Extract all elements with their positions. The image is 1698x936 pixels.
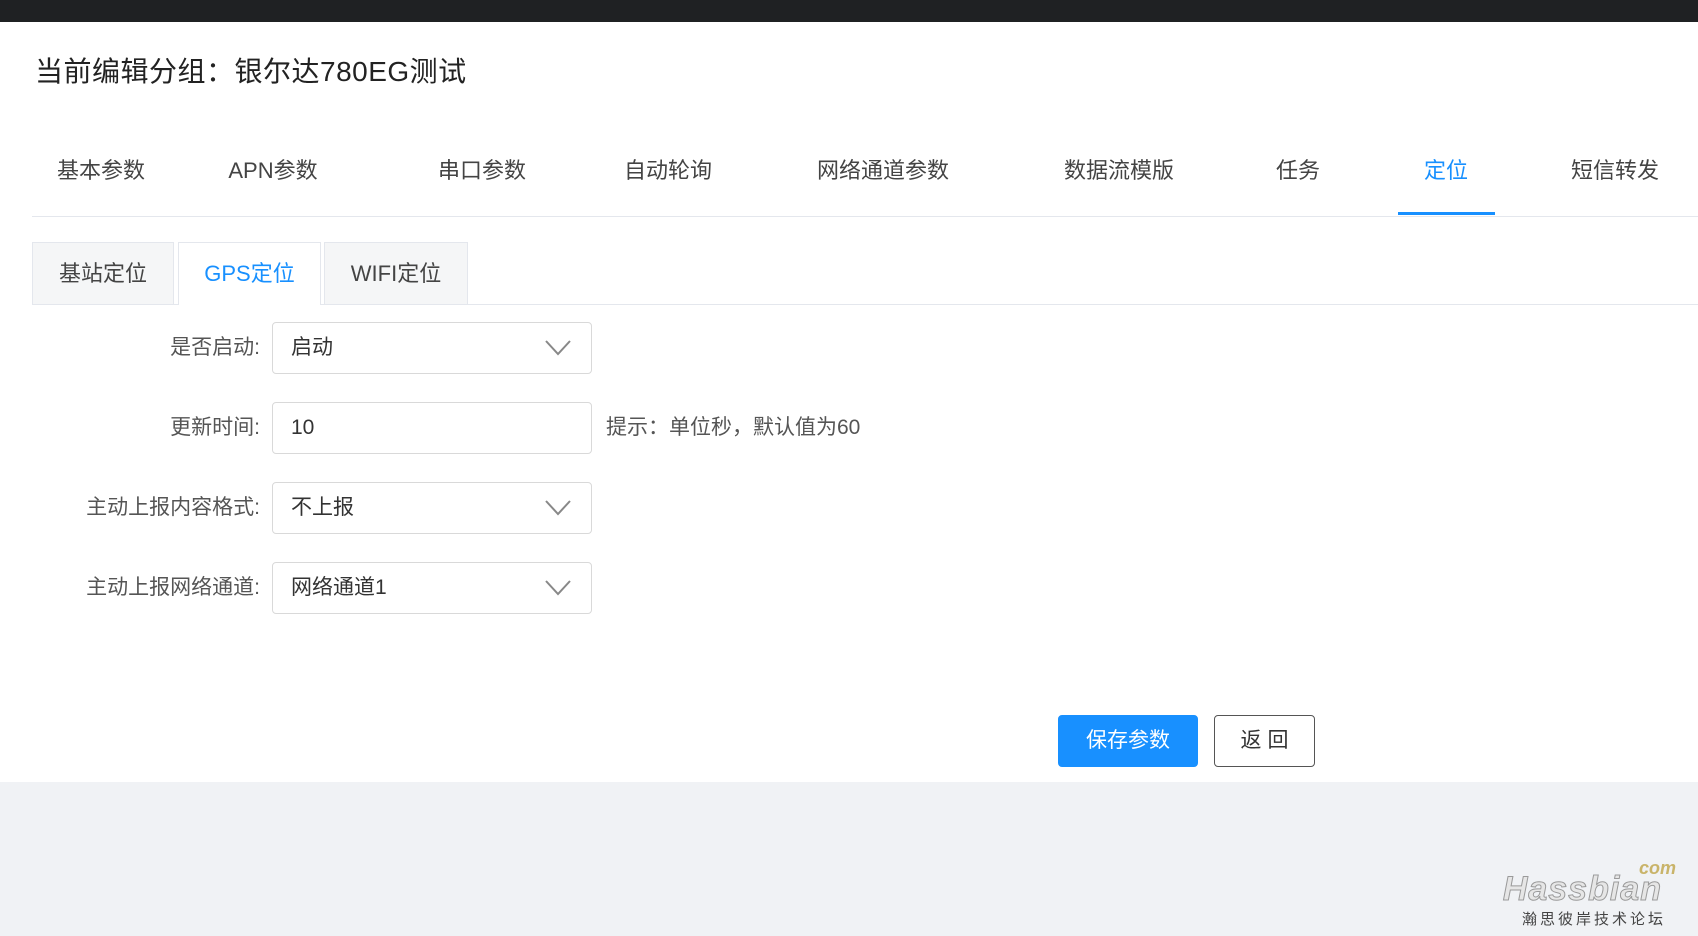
save-params-button[interactable]: 保存参数 — [1058, 715, 1198, 767]
watermark-logo: com Hassbian 瀚思彼岸技术论坛 — [1502, 858, 1676, 928]
back-button[interactable]: 返回 — [1214, 715, 1315, 767]
edit-panel: 当前编辑分组：银尔达780EG测试 基本参数 APN参数 串口参数 自动轮询 网… — [0, 22, 1698, 782]
tab-auto-poll[interactable]: 自动轮询 — [624, 132, 712, 216]
watermark-brand: Hassbian — [1502, 870, 1662, 909]
chevron-down-icon — [545, 580, 571, 596]
form-row-report-channel: 主动上报网络通道: 网络通道1 — [0, 562, 1698, 614]
report-channel-select[interactable]: 网络通道1 — [272, 562, 592, 614]
tab-positioning[interactable]: 定位 — [1424, 132, 1468, 216]
tab-apn-params[interactable]: APN参数 — [228, 132, 317, 216]
subtab-wifi-positioning[interactable]: WIFI定位 — [324, 242, 468, 304]
form-row-report-format: 主动上报内容格式: 不上报 — [0, 482, 1698, 534]
subtab-gps-positioning[interactable]: GPS定位 — [178, 242, 321, 305]
update-time-value: 10 — [291, 416, 315, 439]
top-bar — [0, 0, 1698, 22]
tab-network-channel-params[interactable]: 网络通道参数 — [817, 132, 949, 216]
main-tab-bar: 基本参数 APN参数 串口参数 自动轮询 网络通道参数 数据流模版 任务 定位 … — [32, 132, 1698, 217]
tab-basic-params[interactable]: 基本参数 — [57, 132, 145, 216]
form-row-enable: 是否启动: 启动 — [0, 322, 1698, 374]
watermark-subtitle: 瀚思彼岸技术论坛 — [1521, 911, 1666, 928]
tab-data-stream-template[interactable]: 数据流模版 — [1064, 132, 1174, 216]
report-format-select[interactable]: 不上报 — [272, 482, 592, 534]
tab-tasks[interactable]: 任务 — [1276, 132, 1320, 216]
tab-sms-forward[interactable]: 短信转发 — [1571, 132, 1659, 216]
enable-select[interactable]: 启动 — [272, 322, 592, 374]
report-channel-select-value: 网络通道1 — [291, 576, 387, 599]
update-time-input[interactable]: 10 — [272, 402, 592, 454]
positioning-sub-tab-bar: 基站定位 GPS定位 WIFI定位 — [32, 242, 1698, 305]
report-channel-label: 主动上报网络通道: — [86, 576, 260, 599]
tab-serial-params[interactable]: 串口参数 — [438, 132, 526, 216]
page-title: 当前编辑分组：银尔达780EG测试 — [35, 56, 467, 87]
report-format-select-value: 不上报 — [291, 496, 354, 519]
report-format-label: 主动上报内容格式: — [86, 496, 260, 519]
chevron-down-icon — [545, 340, 571, 356]
subtab-cell-positioning[interactable]: 基站定位 — [32, 242, 174, 304]
update-time-label: 更新时间: — [170, 416, 260, 439]
form-row-update-time: 更新时间: 10 提示：单位秒，默认值为60 — [0, 402, 1698, 454]
active-tab-indicator — [1398, 212, 1495, 215]
enable-label: 是否启动: — [170, 336, 260, 359]
chevron-down-icon — [545, 500, 571, 516]
update-time-hint: 提示：单位秒，默认值为60 — [606, 416, 861, 439]
enable-select-value: 启动 — [291, 336, 333, 359]
